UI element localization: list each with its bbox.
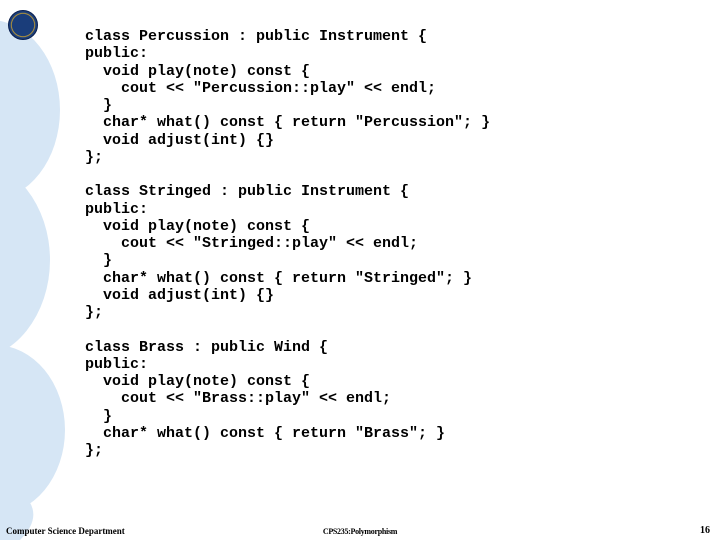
footer-course: CPS235:Polymorphism — [323, 527, 397, 536]
slide-number: 16 — [700, 525, 710, 536]
code-block: class Percussion : public Instrument { p… — [85, 28, 490, 459]
slide-footer: Computer Science Department CPS235:Polym… — [0, 520, 720, 536]
university-logo — [8, 10, 38, 40]
footer-department: Computer Science Department — [6, 526, 125, 536]
